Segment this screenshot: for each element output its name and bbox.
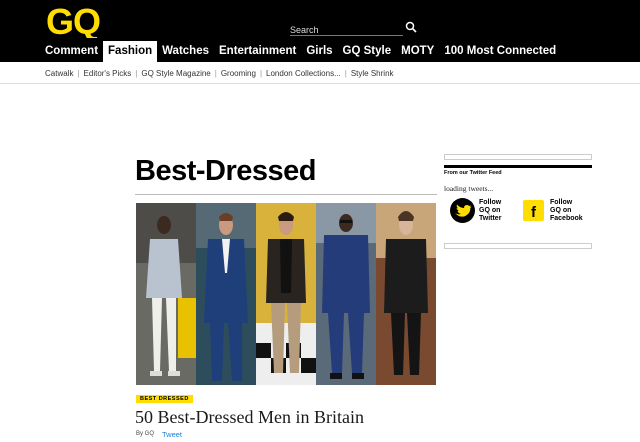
subnav-separator: |	[344, 68, 347, 78]
hero-image[interactable]	[136, 203, 436, 385]
page-title: Best-Dressed	[135, 155, 316, 187]
nav-item-fashion[interactable]: Fashion	[103, 41, 158, 62]
hero-photo-panel	[136, 203, 196, 385]
subnav-item-gq-style-magazine[interactable]: GQ Style Magazine	[141, 69, 210, 78]
subnav-item-catwalk[interactable]: Catwalk	[45, 69, 73, 78]
subnav-separator: |	[259, 68, 263, 78]
nav-item-watches[interactable]: Watches	[157, 41, 214, 62]
subnav-item-london-collections[interactable]: London Collections...	[266, 69, 341, 78]
nav-item-entertainment[interactable]: Entertainment	[214, 41, 301, 62]
subnav-item-style-shrink[interactable]: Style Shrink	[351, 69, 394, 78]
follow-facebook-link[interactable]: f Follow GQ on Facebook	[521, 198, 583, 223]
follow-facebook-label: Follow GQ on Facebook	[550, 198, 583, 222]
title-divider	[135, 194, 437, 195]
subnav-separator: |	[77, 68, 80, 78]
twitter-bird-icon	[450, 198, 475, 223]
hero-photo-panel	[316, 203, 376, 385]
search-field	[290, 20, 403, 37]
nav-item-100-most-connected[interactable]: 100 Most Connected	[439, 41, 561, 62]
sidebar-ad-slot	[444, 154, 592, 160]
subnav-separator: |	[135, 68, 138, 78]
sidebar-ad-slot	[444, 243, 592, 249]
nav-item-comment[interactable]: Comment	[40, 41, 103, 62]
category-tag[interactable]: BEST DRESSED	[136, 395, 193, 403]
sub-nav: Catwalk | Editor's Picks | GQ Style Maga…	[0, 62, 640, 84]
follow-twitter-label: Follow GQ on Twitter	[479, 198, 502, 222]
article-title-link[interactable]: 50 Best-Dressed Men in Britain	[135, 407, 364, 428]
nav-item-gq-style[interactable]: GQ Style	[338, 41, 397, 62]
search-icon[interactable]	[405, 21, 417, 33]
facebook-icon: f	[523, 200, 544, 221]
hero-photo-panel	[376, 203, 436, 385]
follow-twitter-link[interactable]: Follow GQ on Twitter	[450, 198, 501, 223]
twitter-feed-heading: From our Twitter Feed	[444, 170, 502, 176]
sidebar-divider	[444, 165, 592, 168]
site-header: GQ Comment Fashion Watches Entertainment…	[0, 0, 640, 62]
svg-text:GQ: GQ	[46, 4, 100, 38]
twitter-feed-status: loading tweets...	[444, 184, 494, 193]
subnav-item-editors-picks[interactable]: Editor's Picks	[84, 69, 132, 78]
main-nav: Comment Fashion Watches Entertainment Gi…	[40, 41, 561, 62]
search-input[interactable]	[290, 23, 403, 37]
nav-item-moty[interactable]: MOTY	[396, 41, 439, 62]
hero-photo-panel	[196, 203, 256, 385]
subnav-separator: |	[214, 68, 217, 78]
byline: By GQ	[136, 431, 155, 437]
nav-item-girls[interactable]: Girls	[301, 41, 337, 62]
subnav-item-grooming[interactable]: Grooming	[221, 69, 256, 78]
gq-logo[interactable]: GQ	[46, 4, 116, 38]
hero-photo-panel	[256, 203, 316, 385]
tweet-button[interactable]: Tweet	[162, 430, 182, 439]
